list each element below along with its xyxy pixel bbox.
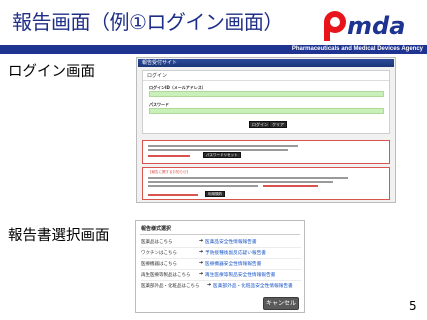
divider: [140, 234, 300, 235]
password-input[interactable]: [149, 108, 384, 114]
report-row: 医薬部外品・化粧品はこちら ➔ 医薬部外品・化粧品安全性情報報告書: [141, 282, 301, 292]
reset-password-button[interactable]: パスワードリセット: [203, 152, 241, 158]
login-screen-label: ログイン画面: [8, 64, 95, 80]
cancel-button[interactable]: キャンセル: [263, 297, 299, 310]
divider: [141, 247, 301, 248]
page-title: 報告画面（例①ログイン画面）: [12, 10, 283, 34]
login-panel-title: ログイン: [147, 73, 168, 79]
login-button[interactable]: ログイン: [249, 121, 271, 128]
login-notice: パスワードリセット: [142, 140, 390, 164]
report-row: ワクチンはこちら ➔ 予防接種後副反応疑い報告書: [141, 249, 301, 259]
page-number: 5: [409, 299, 417, 313]
report-row-label: 医薬品はこちら: [141, 240, 173, 245]
notice-link[interactable]: [148, 194, 198, 196]
header-bar: Pharmaceuticals and Medical Devices Agen…: [0, 45, 427, 54]
divider: [141, 269, 301, 270]
report-link-vaccine[interactable]: 予防接種後副反応疑い報告書: [205, 250, 266, 256]
report-link-drug[interactable]: 医薬品安全性情報報告書: [205, 239, 257, 245]
logo-tagline: Pharmaceuticals and Medical Devices Agen…: [291, 46, 423, 52]
report-row-label: 再生医療等製品はこちら: [141, 273, 191, 278]
arrow-right-icon: ➔: [207, 282, 212, 288]
report-link-device[interactable]: 医療機器安全性情報報告書: [205, 261, 261, 267]
notice-text-line: [148, 145, 298, 147]
notice-text-line: [148, 149, 288, 151]
arrow-right-icon: ➔: [199, 249, 204, 255]
report-row: 再生医療等製品はこちら ➔ 再生医療等製品安全性情報報告書: [141, 271, 301, 281]
report-link-regenerative[interactable]: 再生医療等製品安全性情報報告書: [205, 272, 275, 278]
divider: [141, 258, 301, 259]
report-row: 医薬品はこちら ➔ 医薬品安全性情報報告書: [141, 238, 301, 248]
login-screenshot: 報告受付サイト ログイン ログインID（メールアドレス） パスワード ログイン …: [136, 57, 396, 203]
notice-text-line: [148, 177, 348, 179]
notice-link[interactable]: [263, 185, 318, 187]
pmda-logo: mda: [324, 11, 405, 41]
select-title: 報告様式選択: [141, 226, 172, 232]
login-panel: ログイン ログインID（メールアドレス） パスワード ログイン クリア: [142, 70, 390, 134]
select-screen-label: 報告書選択画面: [8, 228, 110, 244]
report-row-label: 医薬部外品・化粧品はこちら: [141, 284, 200, 289]
divider: [141, 280, 301, 281]
login-id-input[interactable]: [149, 91, 384, 97]
report-select-screenshot: 報告様式選択 医薬品はこちら ➔ 医薬品安全性情報報告書 ワクチンはこちら ➔ …: [135, 220, 305, 313]
arrow-right-icon: ➔: [199, 238, 204, 244]
terms-button[interactable]: 利用規約: [205, 191, 225, 197]
notice-text-line: [148, 185, 258, 187]
report-row-label: ワクチンはこちら: [141, 251, 177, 256]
report-row: 医療機器はこちら ➔ 医療機器安全性情報報告書: [141, 260, 301, 270]
site-title: 報告受付サイト: [142, 60, 178, 66]
arrow-right-icon: ➔: [199, 260, 204, 266]
report-notice-heading: 【報告に関するお知らせ】: [148, 170, 190, 174]
login-panel-header: ログイン: [143, 71, 389, 81]
notice-link[interactable]: [148, 155, 190, 157]
report-link-cosmetic[interactable]: 医薬部外品・化粧品安全性情報報告書: [213, 283, 293, 289]
site-titlebar: 報告受付サイト: [138, 59, 394, 67]
arrow-right-icon: ➔: [199, 271, 204, 277]
report-row-label: 医療機器はこちら: [141, 262, 177, 267]
report-notice: 【報告に関するお知らせ】 利用規約: [142, 167, 390, 200]
notice-text-line: [148, 181, 333, 183]
clear-button[interactable]: クリア: [269, 121, 287, 128]
svg-text:mda: mda: [347, 12, 405, 40]
